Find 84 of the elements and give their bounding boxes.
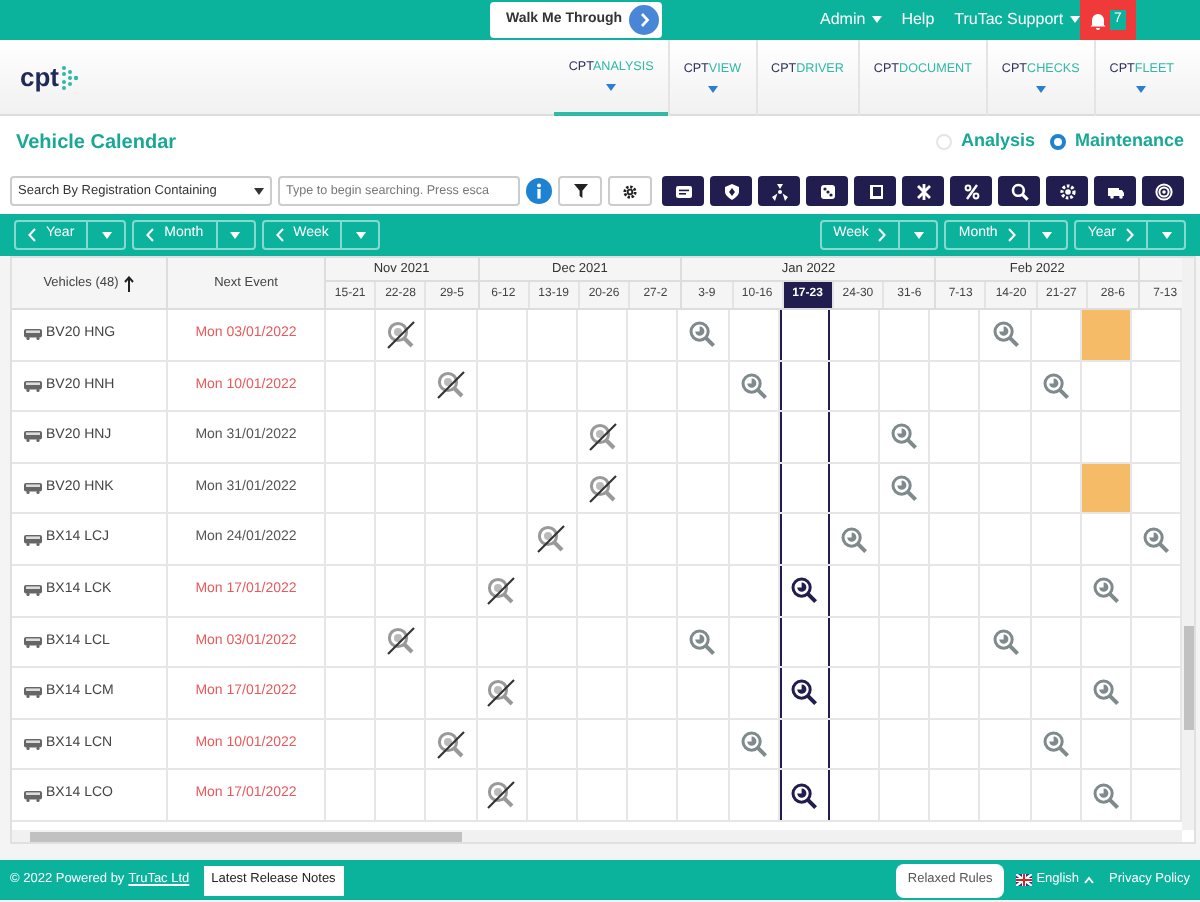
cancelled-inspection-icon[interactable]: [486, 780, 517, 811]
chevron-left-icon: [275, 228, 284, 242]
bus-icon: [24, 584, 42, 597]
bus-icon: [24, 533, 42, 546]
caret-up-icon: [1083, 876, 1094, 884]
next-icon: [628, 4, 661, 36]
calendar-cell[interactable]: [779, 310, 830, 360]
bus-icon: [24, 430, 42, 443]
cancelled-inspection-icon[interactable]: [385, 626, 416, 657]
info-icon[interactable]: [526, 178, 552, 204]
chevron-left-icon: [146, 228, 155, 242]
horizontal-scrollbar[interactable]: [12, 830, 1182, 842]
toolbar-button[interactable]: [950, 176, 992, 206]
calendar-cell[interactable]: [779, 514, 830, 564]
bus-icon: [24, 738, 42, 751]
caret-icon: [230, 231, 241, 239]
sort-up-icon[interactable]: [124, 275, 135, 291]
toolbar-button[interactable]: [1046, 176, 1088, 206]
cancelled-inspection-icon[interactable]: [435, 370, 466, 401]
calendar-cell[interactable]: [779, 668, 830, 718]
shield-icon: [721, 181, 741, 201]
target-icon: [1153, 181, 1173, 201]
tools-icon: [913, 181, 933, 201]
toolbar-button[interactable]: [1094, 176, 1136, 206]
calendar-cell[interactable]: [779, 412, 830, 462]
caret-icon: [1042, 231, 1053, 239]
book-icon: [865, 181, 885, 201]
chevron-left-icon: [28, 228, 36, 242]
bus-icon: [24, 635, 42, 648]
chevron-right-icon: [1126, 228, 1134, 242]
caret-icon: [101, 231, 112, 239]
cancelled-inspection-icon[interactable]: [486, 677, 517, 708]
id-card-icon: [673, 181, 693, 201]
bell-icon: [1090, 11, 1107, 29]
radio-button[interactable]: [1050, 134, 1067, 150]
gear-icon: [622, 183, 638, 199]
bus-icon: [24, 379, 42, 392]
flag-icon: [1016, 874, 1033, 886]
scrollbar-thumb[interactable]: [1184, 626, 1194, 730]
cog-icon: [1057, 181, 1077, 201]
toolbar-button[interactable]: [806, 176, 848, 206]
calendar-cell[interactable]: [779, 361, 830, 411]
magnifier-icon: [1009, 181, 1029, 201]
cancelled-inspection-icon[interactable]: [385, 319, 416, 350]
calendar-cell[interactable]: [779, 617, 830, 667]
toolbar-button[interactable]: [710, 176, 752, 206]
caret-icon: [1161, 231, 1171, 239]
calendar-cell[interactable]: [779, 719, 830, 769]
cancelled-inspection-icon[interactable]: [536, 524, 567, 555]
calendar-cell[interactable]: [779, 770, 830, 820]
toolbar-button[interactable]: [758, 176, 800, 206]
cancelled-inspection-icon[interactable]: [587, 473, 618, 504]
calendar-cell[interactable]: [779, 565, 830, 616]
calendar-cell[interactable]: [779, 463, 830, 513]
bus-icon: [24, 328, 42, 341]
cancelled-inspection-icon[interactable]: [486, 575, 517, 606]
toolbar-button[interactable]: [1142, 176, 1184, 206]
logo: cpt: [20, 61, 83, 93]
filter-button[interactable]: [558, 176, 602, 206]
vertical-scrollbar[interactable]: [1182, 258, 1194, 830]
caret-icon: [254, 187, 264, 195]
chevron-right-icon: [1007, 228, 1016, 242]
caret-icon: [355, 231, 366, 239]
cancelled-inspection-icon[interactable]: [435, 729, 466, 760]
toolbar-button[interactable]: [998, 176, 1040, 206]
hazard-icon: [769, 181, 789, 201]
bus-icon: [24, 789, 42, 802]
percent-icon: [961, 181, 981, 201]
filter-icon: [573, 184, 587, 198]
page-title: Vehicle Calendar: [16, 129, 177, 157]
settings-button[interactable]: [608, 176, 652, 206]
inspection-icon[interactable]: [790, 781, 819, 810]
inspection-icon[interactable]: [790, 576, 819, 605]
cancelled-inspection-icon[interactable]: [587, 421, 618, 452]
bus-icon: [24, 686, 42, 699]
bus-icon: [24, 482, 42, 495]
toolbar-button[interactable]: [662, 176, 704, 206]
scrollbar-thumb[interactable]: [30, 832, 462, 842]
dice-icon: [817, 181, 837, 201]
toolbar-button[interactable]: [902, 176, 944, 206]
toolbar-button[interactable]: [854, 176, 896, 206]
caret-icon: [913, 231, 924, 239]
chevron-right-icon: [878, 228, 887, 242]
inspection-icon[interactable]: [790, 678, 819, 707]
